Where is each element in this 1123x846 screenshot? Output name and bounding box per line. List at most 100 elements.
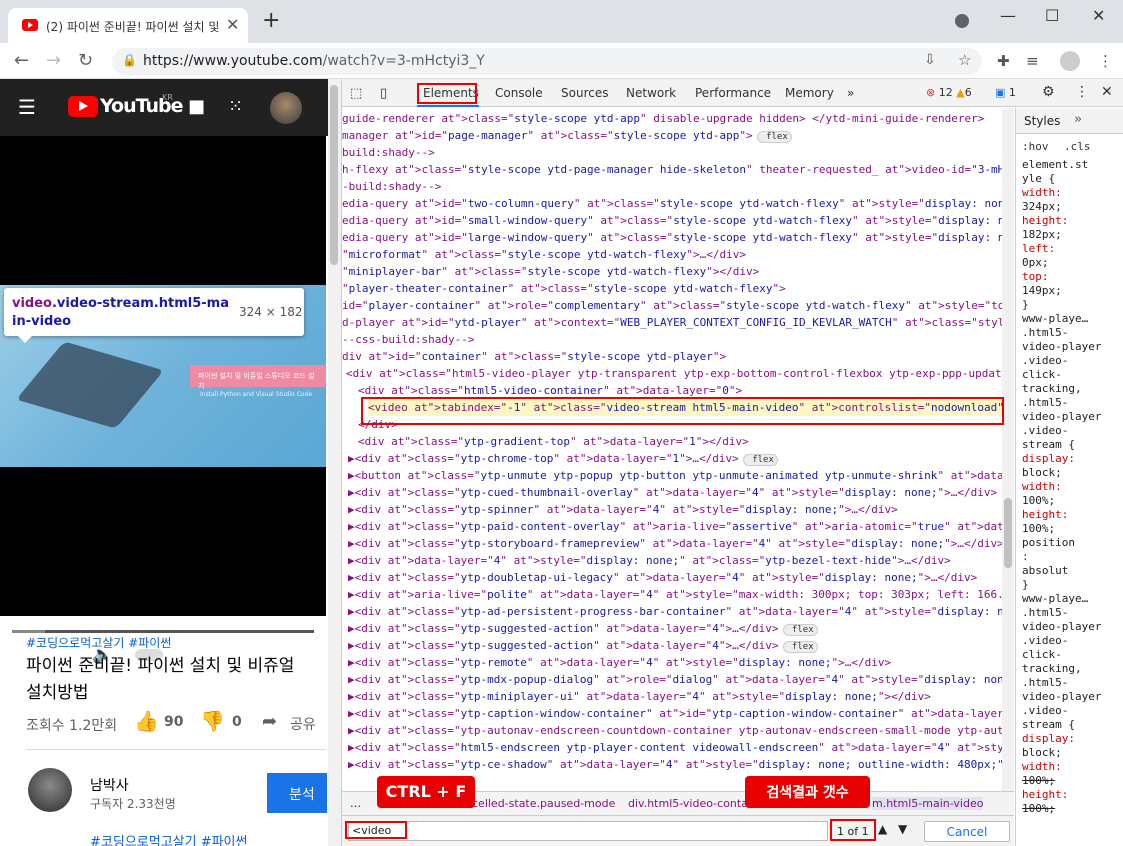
more-panes-icon[interactable]: » <box>1074 112 1082 127</box>
close-window-button[interactable]: ✕ <box>1092 6 1105 25</box>
install-icon[interactable]: ⇩ <box>924 52 936 68</box>
dom-node-line[interactable]: guide-renderer at">class="style-scope yt… <box>342 110 1002 127</box>
dom-node-line[interactable]: edia-query at">id="two-column-query" at"… <box>342 195 1002 212</box>
dom-node-line[interactable]: ▶<div at">class="ytp-paid-content-overla… <box>348 518 1002 535</box>
profile-avatar[interactable] <box>1060 51 1080 71</box>
youtube-logo-icon[interactable] <box>68 96 98 117</box>
tab-sources[interactable]: Sources <box>561 86 608 100</box>
more-tabs-icon[interactable]: » <box>847 86 854 100</box>
dom-node-line[interactable]: ▶<div at">class="ytp-ad-persistent-progr… <box>348 603 1002 620</box>
find-prev-icon[interactable]: ▲ <box>878 822 887 836</box>
breadcrumb-item[interactable]: celled-state.paused-mode <box>472 797 615 810</box>
dom-node-line[interactable]: "microformat" at">class="style-scope ytd… <box>342 246 1002 263</box>
dom-node-line[interactable]: <div at">class="html5-video-player ytp-t… <box>346 365 1002 382</box>
dom-node-line[interactable]: edia-query at">id="small-window-query" a… <box>342 212 1002 229</box>
video-hashtags[interactable]: #코딩으로먹고살기 #파이썬 <box>26 634 171 651</box>
tab-search-icon[interactable] <box>955 14 969 28</box>
address-bar[interactable]: 🔒 https://www.youtube.com/watch?v=3-mHct… <box>112 48 982 75</box>
create-video-icon[interactable]: ■ <box>188 96 205 117</box>
dom-node-line[interactable]: ▶<div at">aria-live="polite" at">data-la… <box>348 586 1002 603</box>
dom-node-line[interactable]: ▶<div at">class="ytp-spinner" at">data-l… <box>348 501 1002 518</box>
flex-badge[interactable]: flex <box>782 641 818 653</box>
inspect-element-icon[interactable]: ⬚ <box>350 86 362 101</box>
flex-badge[interactable]: flex <box>742 454 778 466</box>
share-label[interactable]: 공유 <box>290 714 316 734</box>
cancel-button[interactable]: Cancel <box>924 821 1010 842</box>
tab-performance[interactable]: Performance <box>695 86 771 100</box>
dom-node-line[interactable]: ▶<div at">class="ytp-doubletap-ui-legacy… <box>348 569 1002 586</box>
description-hashtags[interactable]: #코딩으로먹고살기 #파이썬 <box>90 831 247 846</box>
elements-tree[interactable]: guide-renderer at">class="style-scope yt… <box>342 108 1002 791</box>
media-control-icon[interactable]: ≡ <box>1026 52 1039 70</box>
dom-node-line[interactable]: ▶<div at">class="ytp-cued-thumbnail-over… <box>348 484 1002 501</box>
flex-badge[interactable]: flex <box>782 624 818 636</box>
hov-filter[interactable]: :hov <box>1022 140 1049 153</box>
subscribe-button[interactable]: 분석 <box>267 773 327 813</box>
dom-node-line[interactable]: ▶<div at">class="ytp-storyboard-framepre… <box>348 535 1002 552</box>
dom-node-line[interactable]: ▶<div at">class="ytp-caption-window-cont… <box>348 705 1002 722</box>
dom-node-line[interactable]: "miniplayer-bar" at">class="style-scope … <box>342 263 1002 280</box>
find-input[interactable]: <video <box>348 821 828 841</box>
tab-memory[interactable]: Memory <box>785 86 834 100</box>
browser-tab[interactable]: (2) 파이썬 준비끝! 파이썬 설치 및 비쥬얼 ✕ <box>8 8 248 43</box>
breadcrumb-item[interactable]: div.html5-video-conta <box>628 797 748 810</box>
dom-node-line[interactable]: "player-theater-container" at">class="st… <box>342 280 1002 297</box>
dom-node-line[interactable]: ▶<div at">class="ytp-autonav-endscreen-c… <box>348 722 1002 739</box>
styles-tab[interactable]: Styles <box>1024 114 1060 128</box>
video-player[interactable]: 파이썬 설치 및 비쥬얼 스튜디오 코드 설치 Install Python a… <box>0 136 326 665</box>
maximize-button[interactable]: ☐ <box>1045 6 1059 25</box>
dom-node-line[interactable]: ▶<div at">class="ytp-miniplayer-ui" at">… <box>348 688 1002 705</box>
dom-node-line[interactable]: ▶<div at">class="ytp-suggested-action" a… <box>348 620 1002 637</box>
dom-node-line[interactable]: id="player-container" at">role="compleme… <box>342 297 1002 314</box>
dom-node-line[interactable]: ▶<div at">class="ytp-remote" at">data-la… <box>348 654 1002 671</box>
back-icon[interactable]: ← <box>14 50 29 71</box>
bookmark-star-icon[interactable]: ☆ <box>958 51 971 69</box>
tab-network[interactable]: Network <box>626 86 676 100</box>
breadcrumb-ellipsis[interactable]: … <box>350 797 361 810</box>
flex-badge[interactable]: flex <box>756 131 792 143</box>
dom-node-line[interactable]: manager at">id="page-manager" at">class=… <box>342 127 1002 144</box>
dislike-icon[interactable]: 👎 <box>200 709 225 733</box>
devtools-menu-icon[interactable]: ⋮ <box>1075 84 1089 100</box>
dom-node-line[interactable]: ▶<div at">class="html5-endscreen ytp-pla… <box>348 739 1002 756</box>
device-toolbar-icon[interactable]: ▯ <box>380 86 387 101</box>
dom-node-line[interactable]: <div at">class="ytp-gradient-top" at">da… <box>358 433 1002 450</box>
cls-filter[interactable]: .cls <box>1064 140 1091 153</box>
reload-icon[interactable]: ↻ <box>78 50 93 71</box>
scrollbar-thumb[interactable] <box>330 85 338 265</box>
tab-close-icon[interactable]: ✕ <box>226 15 239 34</box>
settings-gear-icon[interactable]: ⚙ <box>1042 84 1055 100</box>
devtools-close-icon[interactable]: ✕ <box>1101 84 1113 100</box>
elements-scrollbar[interactable] <box>1002 108 1014 791</box>
dom-node-line[interactable]: -build:shady--> <box>342 178 1002 195</box>
extensions-icon[interactable]: ✚ <box>997 52 1010 70</box>
dom-node-line[interactable]: build:shady--> <box>342 144 1002 161</box>
dom-node-line[interactable]: d-player at">id="ytd-player" at">context… <box>342 314 1002 331</box>
page-scrollbar[interactable] <box>328 79 341 846</box>
forward-icon[interactable]: → <box>46 50 61 71</box>
dom-node-line[interactable]: div at">id="container" at">class="style-… <box>342 348 1002 365</box>
hamburger-menu-icon[interactable]: ☰ <box>18 95 36 119</box>
find-next-icon[interactable]: ▼ <box>898 822 907 836</box>
dom-node-line[interactable]: --css-build:shady--> <box>342 331 1002 348</box>
share-icon[interactable]: ➦ <box>262 711 277 732</box>
minimize-button[interactable]: — <box>1000 6 1016 25</box>
apps-grid-icon[interactable]: ⁙ <box>228 96 243 117</box>
dom-node-line[interactable]: ▶<div at">class="ytp-ce-shadow" at">data… <box>348 756 1002 773</box>
channel-avatar[interactable] <box>28 768 72 812</box>
avatar[interactable] <box>270 92 302 124</box>
dom-node-line[interactable]: ▶<button at">class="ytp-unmute ytp-popup… <box>348 467 1002 484</box>
channel-name[interactable]: 남박사 <box>90 775 129 795</box>
dom-node-line[interactable]: edia-query at">id="large-window-query" a… <box>342 229 1002 246</box>
dom-node-line[interactable]: ▶<div at">class="ytp-suggested-action" a… <box>348 637 1002 654</box>
tab-console[interactable]: Console <box>495 86 543 100</box>
breadcrumb-item-selected[interactable]: m.html5-main-video <box>872 797 984 810</box>
scrollbar-thumb[interactable] <box>1004 498 1012 568</box>
progress-bar[interactable] <box>12 630 314 633</box>
dom-node-line[interactable]: ▶<div at">class="ytp-mdx-popup-dialog" a… <box>348 671 1002 688</box>
dom-node-line[interactable]: ▶<div at">class="ytp-chrome-top" at">dat… <box>348 450 1002 467</box>
browser-menu-icon[interactable]: ⋮ <box>1098 52 1113 70</box>
issues-counter[interactable]: ⊗ 12 ▲6 <box>926 86 972 99</box>
dom-node-line[interactable]: ▶<div at">data-layer="4" at">style="disp… <box>348 552 1002 569</box>
dom-node-line[interactable]: h-flexy at">class="style-scope ytd-page-… <box>342 161 1002 178</box>
